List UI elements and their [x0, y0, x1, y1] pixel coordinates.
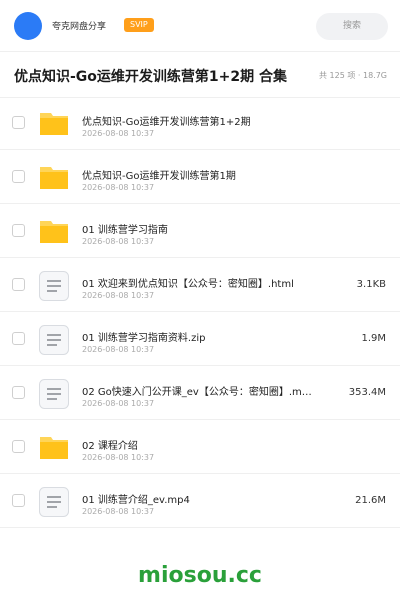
select-checkbox[interactable]: [12, 224, 25, 237]
list-item[interactable]: 01 训练营学习指南 2026-08-08 10:37: [0, 204, 400, 258]
file-date: 2026-08-08 10:37: [82, 291, 155, 300]
file-name: 02 Go快速入门公开课_ev【公众号：密知圈】.mp4: [82, 387, 314, 398]
file-size: 21.6M: [355, 495, 386, 506]
file-date: 2026-08-08 10:37: [82, 453, 155, 462]
select-checkbox[interactable]: [12, 332, 25, 345]
file-date: 2026-08-08 10:37: [82, 345, 155, 354]
file-name: 优点知识-Go运维开发训练营第1期: [82, 171, 236, 182]
file-name: 01 训练营学习指南资料.zip: [82, 333, 206, 344]
avatar[interactable]: [14, 12, 42, 40]
file-list: 优点知识-Go运维开发训练营第1+2期 2026-08-08 10:37 优点知…: [0, 96, 400, 528]
file-date: 2026-08-08 10:37: [82, 237, 155, 246]
file-name: 01 训练营介绍_ev.mp4: [82, 495, 190, 506]
folder-icon: [40, 113, 68, 135]
file-name: 优点知识-Go运维开发训练营第1+2期: [82, 117, 251, 128]
file-icon: [39, 325, 69, 355]
file-name: 02 课程介绍: [82, 441, 138, 452]
folder-icon: [40, 167, 68, 189]
list-item[interactable]: 01 训练营介绍_ev.mp4 2026-08-08 10:37 21.6M: [0, 474, 400, 528]
sharer-name: 夸克网盘分享: [52, 22, 107, 32]
file-name: 01 欢迎来到优点知识【公众号：密知圈】.html: [82, 279, 294, 290]
top-bar: 夸克网盘分享 SVIP 搜索: [0, 0, 400, 52]
page-title: 优点知识-Go运维开发训练营第1+2期 合集: [14, 69, 288, 85]
file-size: 1.9M: [361, 333, 386, 344]
select-checkbox[interactable]: [12, 386, 25, 399]
list-item[interactable]: 优点知识-Go运维开发训练营第1+2期 2026-08-08 10:37: [0, 96, 400, 150]
file-date: 2026-08-08 10:37: [82, 507, 155, 516]
folder-icon: [40, 437, 68, 459]
file-size: 353.4M: [348, 387, 386, 398]
file-date: 2026-08-08 10:37: [82, 399, 155, 408]
list-item[interactable]: 02 课程介绍 2026-08-08 10:37: [0, 420, 400, 474]
watermark: miosou.cc: [138, 563, 262, 588]
select-checkbox[interactable]: [12, 440, 25, 453]
select-checkbox[interactable]: [12, 278, 25, 291]
file-icon: [39, 487, 69, 517]
select-checkbox[interactable]: [12, 170, 25, 183]
file-date: 2026-08-08 10:37: [82, 183, 155, 192]
list-item[interactable]: 02 Go快速入门公开课_ev【公众号：密知圈】.mp4 2026-08-08 …: [0, 366, 400, 420]
svip-badge: SVIP: [124, 18, 154, 32]
title-row: 优点知识-Go运维开发训练营第1+2期 合集 共 125 项 · 18.7G: [0, 52, 400, 98]
file-size: 3.1KB: [356, 279, 386, 290]
file-name: 01 训练营学习指南: [82, 225, 168, 236]
list-item[interactable]: 优点知识-Go运维开发训练营第1期 2026-08-08 10:37: [0, 150, 400, 204]
file-date: 2026-08-08 10:37: [82, 129, 155, 138]
file-icon: [39, 379, 69, 409]
folder-icon: [40, 221, 68, 243]
search-button[interactable]: 搜索: [316, 13, 388, 40]
file-icon: [39, 271, 69, 301]
list-item[interactable]: 01 训练营学习指南资料.zip 2026-08-08 10:37 1.9M: [0, 312, 400, 366]
list-item[interactable]: 01 欢迎来到优点知识【公众号：密知圈】.html 2026-08-08 10:…: [0, 258, 400, 312]
select-checkbox[interactable]: [12, 116, 25, 129]
item-count-and-size: 共 125 项 · 18.7G: [319, 71, 387, 80]
select-checkbox[interactable]: [12, 494, 25, 507]
